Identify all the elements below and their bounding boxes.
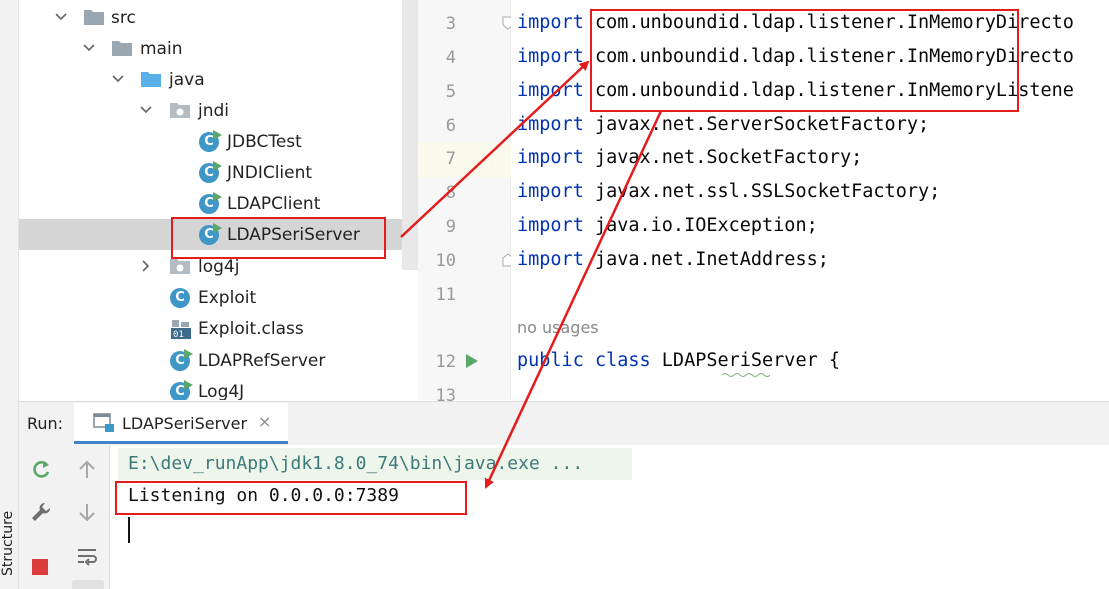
annotation-arrows [400, 60, 663, 489]
annotation-arrow-to-output [484, 110, 663, 489]
annotation-arrow-to-imports [400, 60, 590, 238]
